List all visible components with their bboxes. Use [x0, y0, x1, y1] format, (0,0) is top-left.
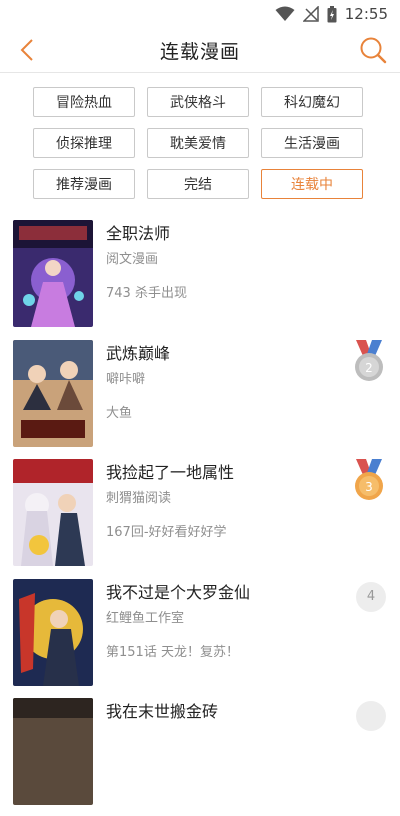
tag-martial-arts[interactable]: 武侠格斗 [147, 87, 249, 117]
tag-completed[interactable]: 完结 [147, 169, 249, 199]
comic-author: 噼咔噼 [106, 371, 146, 387]
search-icon[interactable] [358, 35, 388, 65]
comic-cover-image [13, 339, 93, 447]
page-title: 连载漫画 [159, 40, 240, 63]
back-arrow-icon[interactable] [14, 36, 42, 64]
comic-author: 红鲤鱼工作室 [106, 610, 185, 626]
comic-latest-chapter: 743 杀手出现 [106, 286, 187, 301]
wifi-icon [275, 6, 295, 21]
category-tags: 冒险热血 武侠格斗 科幻魔幻 侦探推理 耽美爱情 生活漫画 推荐漫画 完结 连载… [0, 73, 400, 199]
comic-cover-image [13, 578, 93, 686]
comic-title: 武炼巅峰 [106, 343, 171, 363]
header: 连载漫画 [0, 28, 400, 73]
tag-recommended[interactable]: 推荐漫画 [33, 169, 135, 199]
rank-medal-silver: 2 [352, 339, 386, 384]
medal-icon: 2 [355, 339, 383, 381]
list-item[interactable]: 全职法师 阅文漫画 743 杀手出现 [0, 218, 400, 338]
comic-latest-chapter: 167回-好好看好好学 [106, 525, 227, 540]
battery-charging-icon [327, 5, 337, 22]
list-item[interactable]: 我不过是个大罗金仙 红鲤鱼工作室 第151话 天龙！复苏！ 4 [0, 577, 400, 697]
tag-romance[interactable]: 耽美爱情 [147, 128, 249, 158]
list-item[interactable]: 我在末世搬金砖 [0, 696, 400, 816]
comic-author: 阅文漫画 [106, 252, 159, 267]
comic-title: 我在末世搬金砖 [106, 702, 219, 721]
comic-latest-chapter: 第151话 天龙！复苏！ [106, 644, 239, 660]
signal-off-icon [302, 6, 319, 22]
rank-badge [356, 701, 386, 731]
comic-title: 我不过是个大罗金仙 [106, 582, 251, 602]
tag-slice-of-life[interactable]: 生活漫画 [261, 128, 363, 158]
comic-cover-image [13, 459, 93, 566]
comic-title: 全职法师 [106, 224, 171, 243]
status-time: 12:55 [344, 5, 388, 23]
medal-icon: 3 [355, 459, 383, 500]
comic-latest-chapter: 大鱼 [106, 405, 133, 421]
rank-number: 2 [365, 361, 373, 375]
tag-sci-fi-fantasy[interactable]: 科幻魔幻 [261, 87, 363, 117]
tag-adventure[interactable]: 冒险热血 [33, 87, 135, 117]
rank-badge: 4 [356, 581, 386, 612]
comic-cover-image [13, 698, 93, 805]
comic-cover-image [13, 220, 93, 327]
tag-detective[interactable]: 侦探推理 [33, 128, 135, 158]
rank-number: 3 [365, 480, 373, 494]
tag-ongoing[interactable]: 连载中 [261, 169, 363, 199]
comic-author: 刺猬猫阅读 [106, 491, 172, 506]
status-bar: 12:55 [0, 0, 400, 28]
comic-title: 我捡起了一地属性 [106, 463, 235, 482]
comic-list: 全职法师 阅文漫画 743 杀手出现 武炼巅峰 噼咔噼 大鱼 2 我捡起了一地属… [0, 218, 400, 816]
list-item[interactable]: 武炼巅峰 噼咔噼 大鱼 2 [0, 338, 400, 458]
list-item[interactable]: 我捡起了一地属性 刺猬猫阅读 167回-好好看好好学 3 [0, 457, 400, 577]
rank-medal-bronze: 3 [352, 459, 386, 503]
